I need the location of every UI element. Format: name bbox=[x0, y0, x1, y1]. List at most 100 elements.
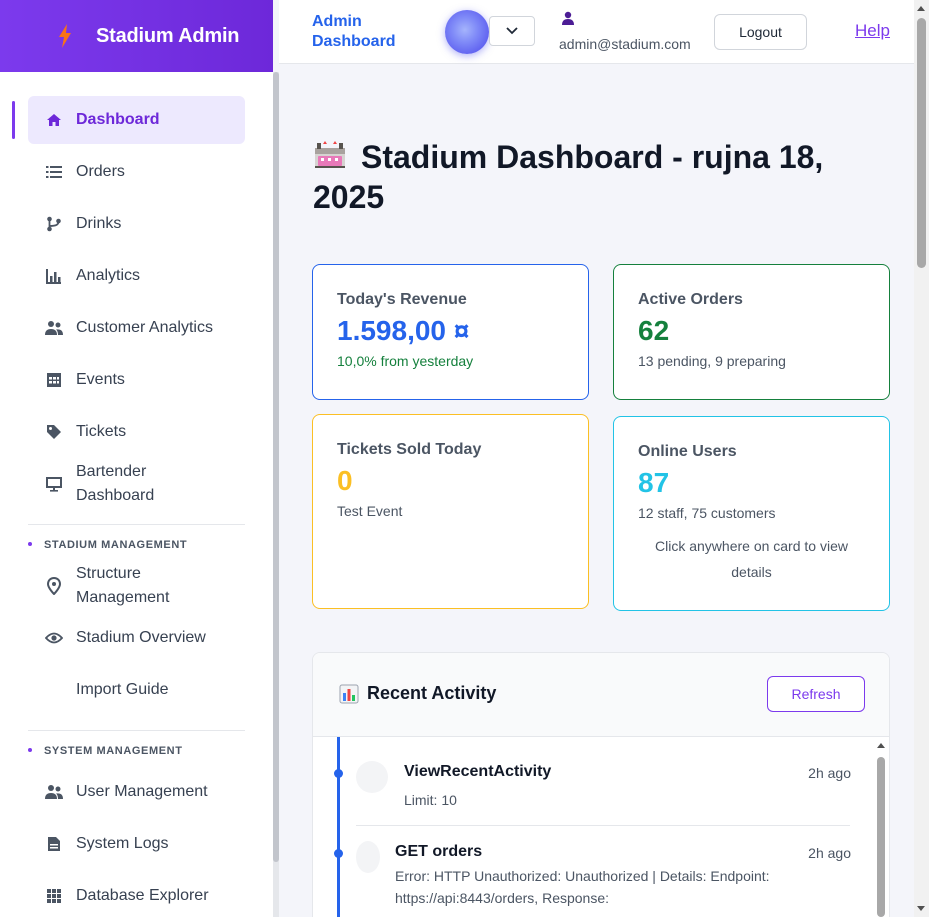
avatar[interactable] bbox=[445, 10, 489, 54]
sidebar-divider bbox=[28, 730, 245, 731]
sidebar-item-label: Analytics bbox=[76, 267, 141, 284]
user-email: admin@stadium.com bbox=[559, 36, 691, 52]
sidebar-item-label: Database Explorer bbox=[76, 887, 209, 904]
card-value: 0 bbox=[337, 465, 353, 496]
sidebar-item-analytics[interactable]: Analytics bbox=[28, 264, 245, 288]
eye-icon bbox=[45, 629, 63, 647]
users-icon bbox=[45, 783, 63, 801]
card-value: 1.598,00 ¤ bbox=[337, 315, 470, 346]
stadium-icon bbox=[315, 141, 345, 168]
active-orders-card[interactable]: Active Orders 62 13 pending, 9 preparing bbox=[613, 264, 890, 400]
bar-chart-icon bbox=[45, 267, 63, 285]
sidebar-item-system-logs[interactable]: System Logs bbox=[28, 832, 245, 856]
sidebar-scrollbar-thumb[interactable] bbox=[273, 72, 279, 862]
sidebar-item-label: Customer Analytics bbox=[76, 319, 213, 336]
card-label: Today's Revenue bbox=[337, 291, 467, 308]
home-icon bbox=[45, 111, 63, 129]
branch-icon bbox=[45, 215, 63, 233]
sidebar-item-label: Orders bbox=[76, 163, 125, 180]
logout-button[interactable]: Logout bbox=[714, 14, 807, 50]
list-item[interactable]: GET orders 2h ago Error: HTTP Unauthoriz… bbox=[313, 825, 873, 917]
scroll-down-arrow[interactable] bbox=[917, 906, 925, 911]
brand-name: Stadium Admin bbox=[96, 24, 240, 47]
brand-header: Stadium Admin bbox=[0, 0, 273, 72]
card-label: Tickets Sold Today bbox=[337, 441, 482, 458]
sidebar-item-label: Tickets bbox=[76, 423, 127, 440]
sidebar-item-label: Drinks bbox=[76, 215, 122, 232]
activity-time: 2h ago bbox=[808, 845, 851, 861]
sidebar-scrollbar[interactable] bbox=[273, 72, 279, 917]
tickets-sold-card[interactable]: Tickets Sold Today 0 Test Event bbox=[312, 414, 589, 609]
scroll-up-arrow[interactable] bbox=[877, 743, 885, 748]
card-label: Active Orders bbox=[638, 291, 743, 308]
sidebar-item-label: User Management bbox=[76, 783, 208, 800]
section-heading-system: SYSTEM MANAGEMENT bbox=[28, 745, 183, 757]
monitor-icon bbox=[45, 475, 63, 493]
card-hint: Click anywhere on card to view details bbox=[655, 538, 848, 580]
help-link[interactable]: Help bbox=[855, 21, 890, 41]
activity-scrollbar-thumb[interactable] bbox=[877, 757, 885, 917]
activity-scrollbar[interactable] bbox=[872, 739, 888, 917]
sidebar-item-customer-analytics[interactable]: Customer Analytics bbox=[28, 316, 245, 340]
document-icon bbox=[45, 835, 63, 853]
recent-activity-panel: Recent Activity Refresh ViewRecentActivi… bbox=[312, 652, 890, 917]
sidebar-item-label: System Logs bbox=[76, 835, 169, 852]
sidebar-divider bbox=[28, 524, 245, 525]
sidebar-item-label: Bartender Dashboard bbox=[76, 463, 155, 504]
sidebar-item-dashboard[interactable]: Dashboard bbox=[28, 96, 245, 144]
activity-detail: Error: HTTP Unauthorized: Unauthorized |… bbox=[395, 868, 770, 906]
card-value: 87 bbox=[638, 467, 670, 498]
user-icon bbox=[562, 11, 574, 25]
sidebar: Stadium Admin Dashboard Orders Drinks An… bbox=[0, 0, 273, 917]
revenue-card[interactable]: Today's Revenue 1.598,00 ¤ 10,0% from ye… bbox=[312, 264, 589, 400]
sidebar-item-bartender-dashboard[interactable]: Bartender Dashboard bbox=[28, 460, 245, 508]
section-heading-stadium: STADIUM MANAGEMENT bbox=[28, 539, 187, 551]
section-dot bbox=[28, 542, 32, 546]
activity-time: 2h ago bbox=[808, 765, 851, 781]
card-label: Online Users bbox=[638, 443, 737, 460]
bolt-icon bbox=[59, 24, 71, 48]
main-scrollbar-thumb[interactable] bbox=[917, 18, 926, 268]
card-sub: 10,0% from yesterday bbox=[337, 353, 474, 369]
list-icon bbox=[45, 163, 63, 181]
grid-icon bbox=[45, 887, 63, 905]
sidebar-item-label: Structure Management bbox=[76, 565, 170, 606]
users-icon bbox=[45, 319, 63, 337]
sidebar-item-user-management[interactable]: User Management bbox=[28, 780, 245, 804]
calendar-grid-icon bbox=[45, 371, 63, 389]
activity-name: GET orders bbox=[395, 843, 483, 860]
sidebar-item-structure-management[interactable]: Structure Management bbox=[28, 562, 245, 610]
sidebar-item-tickets[interactable]: Tickets bbox=[28, 420, 245, 444]
sidebar-item-database-explorer[interactable]: Database Explorer bbox=[28, 884, 245, 908]
user-menu-dropdown[interactable] bbox=[489, 16, 535, 46]
card-sub: 12 staff, 75 customers bbox=[638, 505, 776, 521]
blank-icon bbox=[45, 681, 63, 699]
recent-activity-title-text: Recent Activity bbox=[367, 683, 497, 703]
sidebar-item-stadium-overview[interactable]: Stadium Overview bbox=[28, 626, 245, 650]
active-indicator bbox=[12, 101, 15, 139]
list-item[interactable]: ViewRecentActivity 2h ago Limit: 10 bbox=[313, 737, 873, 825]
sidebar-item-events[interactable]: Events bbox=[28, 368, 245, 392]
activity-avatar bbox=[356, 841, 380, 873]
sidebar-item-label: Import Guide bbox=[76, 681, 169, 698]
sidebar-item-label: Events bbox=[76, 371, 125, 388]
sidebar-item-drinks[interactable]: Drinks bbox=[28, 212, 245, 236]
map-pin-icon bbox=[45, 577, 63, 595]
activity-name: ViewRecentActivity bbox=[404, 763, 552, 780]
tag-icon bbox=[45, 423, 63, 441]
activity-avatar bbox=[356, 761, 388, 793]
sidebar-item-orders[interactable]: Orders bbox=[28, 160, 245, 184]
main-scrollbar[interactable] bbox=[914, 0, 929, 917]
refresh-button[interactable]: Refresh bbox=[767, 676, 865, 712]
section-heading-text: STADIUM MANAGEMENT bbox=[44, 539, 188, 551]
online-users-card[interactable]: Online Users 87 12 staff, 75 customers C… bbox=[613, 416, 890, 611]
recent-activity-header: Recent Activity Refresh bbox=[313, 653, 889, 737]
card-value: 62 bbox=[638, 315, 670, 346]
scroll-up-arrow[interactable] bbox=[917, 6, 925, 11]
bar-chart-icon bbox=[339, 684, 359, 703]
sidebar-item-label: Stadium Overview bbox=[76, 629, 206, 646]
section-heading-text: SYSTEM MANAGEMENT bbox=[44, 745, 183, 757]
topbar-title: Admin Dashboard bbox=[312, 13, 396, 50]
activity-detail: Limit: 10 bbox=[404, 792, 457, 808]
sidebar-item-import-guide[interactable]: Import Guide bbox=[28, 678, 245, 702]
